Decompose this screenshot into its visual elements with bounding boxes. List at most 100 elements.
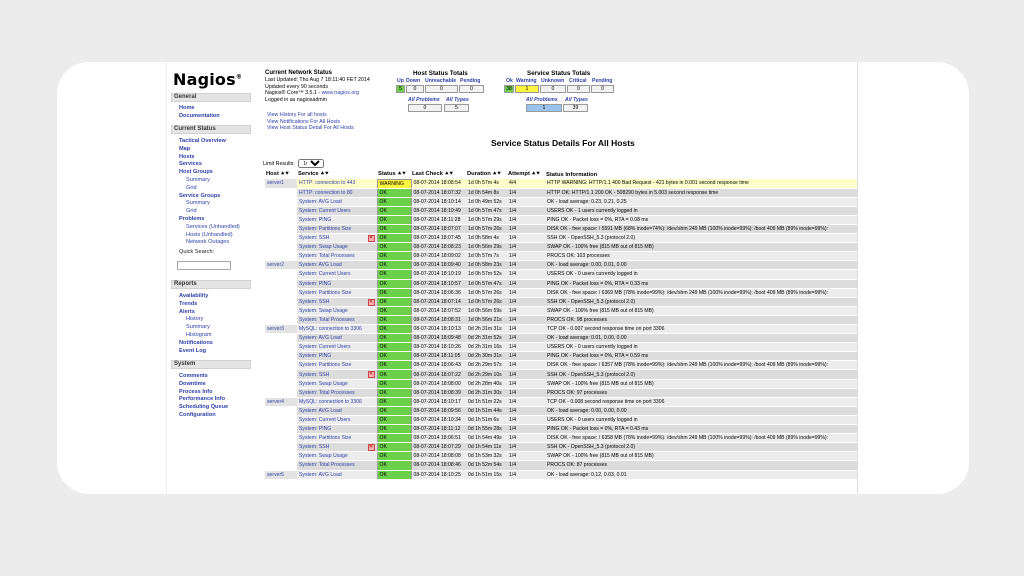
sort-arrows-icon[interactable]: ⯅⯆ bbox=[281, 171, 290, 177]
host-down-count[interactable]: 0 bbox=[406, 85, 424, 93]
service-cell[interactable]: System: Partitions Size bbox=[297, 224, 377, 235]
sidebar-item-grid[interactable]: Grid bbox=[186, 208, 197, 214]
host-all-types-label[interactable]: All Types bbox=[446, 97, 469, 103]
sidebar-item-summary[interactable]: Summary bbox=[186, 177, 210, 183]
sidebar-item-map[interactable]: Map bbox=[179, 146, 190, 152]
sidebar-item-trends[interactable]: Trends bbox=[179, 301, 197, 307]
host-unreachable-count[interactable]: 0 bbox=[425, 85, 458, 93]
sidebar-item-histogram[interactable]: Histogram bbox=[186, 332, 212, 338]
svc-pending-label[interactable]: Pending bbox=[592, 78, 612, 84]
sort-arrows-icon[interactable]: ⯅⯆ bbox=[445, 171, 454, 177]
column-header-duration[interactable]: Duration ⯅⯆ bbox=[466, 170, 507, 179]
sidebar-item-network-outages[interactable]: Network Outages bbox=[186, 239, 229, 245]
sort-arrows-icon[interactable]: ⯅⯆ bbox=[492, 171, 501, 177]
sidebar-item-summary[interactable]: Summary bbox=[186, 324, 210, 330]
service-cell[interactable]: System: Current Users bbox=[297, 269, 377, 280]
service-cell[interactable]: System: Current Users bbox=[297, 342, 377, 353]
sidebar-item-downtime[interactable]: Downtime bbox=[179, 381, 206, 387]
service-cell[interactable]: System: SSH ✕ bbox=[297, 297, 377, 307]
service-cell[interactable]: System: AVG Load bbox=[297, 333, 377, 344]
sidebar-item-configuration[interactable]: Configuration bbox=[179, 412, 216, 418]
host-cell[interactable]: server3 bbox=[265, 324, 297, 335]
sidebar-item-alerts[interactable]: Alerts bbox=[179, 309, 195, 315]
sidebar-item-history[interactable]: History bbox=[186, 316, 203, 322]
service-cell[interactable]: System: PING bbox=[297, 215, 377, 225]
svc-all-types-label[interactable]: All Types bbox=[565, 97, 588, 103]
svc-ok-label[interactable]: Ok bbox=[506, 78, 513, 84]
service-cell[interactable]: System: PING bbox=[297, 351, 377, 362]
sidebar-item-host-groups[interactable]: Host Groups bbox=[179, 169, 213, 175]
service-cell[interactable]: System: Swap Usage bbox=[297, 379, 377, 389]
quick-search-input[interactable] bbox=[177, 261, 231, 270]
service-cell[interactable]: System: Current Users bbox=[297, 415, 377, 426]
service-cell[interactable]: MySQL: connection to 3306 bbox=[297, 397, 377, 407]
host-pending-label[interactable]: Pending bbox=[460, 78, 480, 84]
service-cell[interactable]: System: Total Processes bbox=[297, 315, 377, 326]
service-cell[interactable]: System: AVG Load bbox=[297, 197, 377, 207]
service-cell[interactable]: System: Swap Usage bbox=[297, 306, 377, 316]
service-cell[interactable]: System: SSH ✕ bbox=[297, 233, 377, 244]
service-cell[interactable]: System: SSH ✕ bbox=[297, 442, 377, 453]
nagios-org-link[interactable]: www.nagios.org bbox=[322, 90, 359, 96]
sidebar-item-documentation[interactable]: Documentation bbox=[179, 113, 220, 119]
sort-arrows-icon[interactable]: ⯅⯆ bbox=[320, 171, 329, 177]
service-cell[interactable]: System: Partitions Size bbox=[297, 288, 377, 298]
svc-ok-count[interactable]: 38 bbox=[504, 85, 514, 93]
sidebar-item-notifications[interactable]: Notifications bbox=[179, 340, 213, 346]
column-header-status[interactable]: Status ⯅⯆ bbox=[377, 170, 411, 179]
sidebar-item-scheduling-queue[interactable]: Scheduling Queue bbox=[179, 404, 228, 410]
service-cell[interactable]: System: Swap Usage bbox=[297, 242, 377, 253]
service-cell[interactable]: System: Swap Usage bbox=[297, 451, 377, 462]
service-cell[interactable]: System: Total Processes bbox=[297, 388, 377, 398]
service-cell[interactable]: System: PING bbox=[297, 279, 377, 289]
sidebar-item-service-groups[interactable]: Service Groups bbox=[179, 193, 220, 199]
svc-all-problems-label[interactable]: All Problems bbox=[526, 97, 558, 103]
sidebar-item-hosts-unhandled[interactable]: Hosts (Unhandled) bbox=[186, 232, 233, 238]
column-header-service[interactable]: Service ⯅⯆ bbox=[297, 170, 377, 179]
service-cell[interactable]: System: AVG Load bbox=[297, 406, 377, 416]
service-cell[interactable]: System: SSH ✕ bbox=[297, 369, 377, 380]
sidebar-item-summary[interactable]: Summary bbox=[186, 200, 210, 206]
svc-all-types-count[interactable]: 39 bbox=[563, 104, 588, 112]
sidebar-item-availability[interactable]: Availability bbox=[179, 293, 208, 299]
host-down-label[interactable]: Down bbox=[406, 78, 420, 84]
sidebar-item-grid[interactable]: Grid bbox=[186, 185, 197, 191]
sidebar-item-comments[interactable]: Comments bbox=[179, 373, 208, 379]
service-cell[interactable]: System: Total Processes bbox=[297, 251, 377, 262]
sort-arrows-icon[interactable]: ⯅⯆ bbox=[532, 171, 541, 177]
host-all-problems-label[interactable]: All Problems bbox=[408, 97, 440, 103]
column-header-status-information[interactable]: Status Information bbox=[545, 170, 857, 179]
limit-results-select[interactable]: 100 bbox=[298, 159, 325, 168]
view-host-status-link[interactable]: View Host Status Detail For All Hosts bbox=[267, 125, 354, 132]
host-up-label[interactable]: Up bbox=[397, 78, 404, 84]
sidebar-item-hosts[interactable]: Hosts bbox=[179, 154, 195, 160]
service-cell[interactable]: HTTP: connection to 80 bbox=[297, 188, 377, 198]
sidebar-item-services-unhandled[interactable]: Services (Unhandled) bbox=[186, 224, 240, 230]
host-unreachable-label[interactable]: Unreachable bbox=[425, 78, 456, 84]
service-cell[interactable]: System: AVG Load bbox=[297, 260, 377, 271]
sidebar-item-performance-info[interactable]: Performance Info bbox=[179, 396, 225, 402]
nagios-logo[interactable]: Nagios® bbox=[173, 70, 242, 89]
sidebar-item-problems[interactable]: Problems bbox=[179, 216, 205, 222]
svc-unknown-count[interactable]: 0 bbox=[540, 85, 566, 93]
service-cell[interactable]: System: PING bbox=[297, 424, 377, 435]
svc-pending-count[interactable]: 0 bbox=[591, 85, 614, 93]
view-history-link[interactable]: View History For all hosts bbox=[267, 112, 354, 119]
host-up-count[interactable]: 5 bbox=[396, 85, 405, 93]
svc-critical-count[interactable]: 0 bbox=[567, 85, 590, 93]
service-cell[interactable]: MySQL: connection to 3306 bbox=[297, 324, 377, 335]
service-cell[interactable]: System: Current Users bbox=[297, 206, 377, 216]
svc-all-problems-count[interactable]: 1 bbox=[526, 104, 562, 112]
sort-arrows-icon[interactable]: ⯅⯆ bbox=[397, 171, 406, 177]
svc-warning-label[interactable]: Warning bbox=[516, 78, 537, 84]
service-cell[interactable]: System: Partitions Size bbox=[297, 433, 377, 444]
host-cell[interactable]: server1 bbox=[265, 179, 297, 189]
host-cell[interactable]: server4 bbox=[265, 397, 297, 407]
sidebar-item-services[interactable]: Services bbox=[179, 161, 202, 167]
host-all-problems-count[interactable]: 0 bbox=[408, 104, 442, 112]
svc-warning-count[interactable]: 1 bbox=[515, 85, 539, 93]
host-pending-count[interactable]: 0 bbox=[459, 85, 484, 93]
column-header-host[interactable]: Host ⯅⯆ bbox=[265, 170, 297, 179]
service-cell[interactable]: System: Total Processes bbox=[297, 460, 377, 471]
service-cell[interactable]: System: AVG Load bbox=[297, 470, 377, 480]
